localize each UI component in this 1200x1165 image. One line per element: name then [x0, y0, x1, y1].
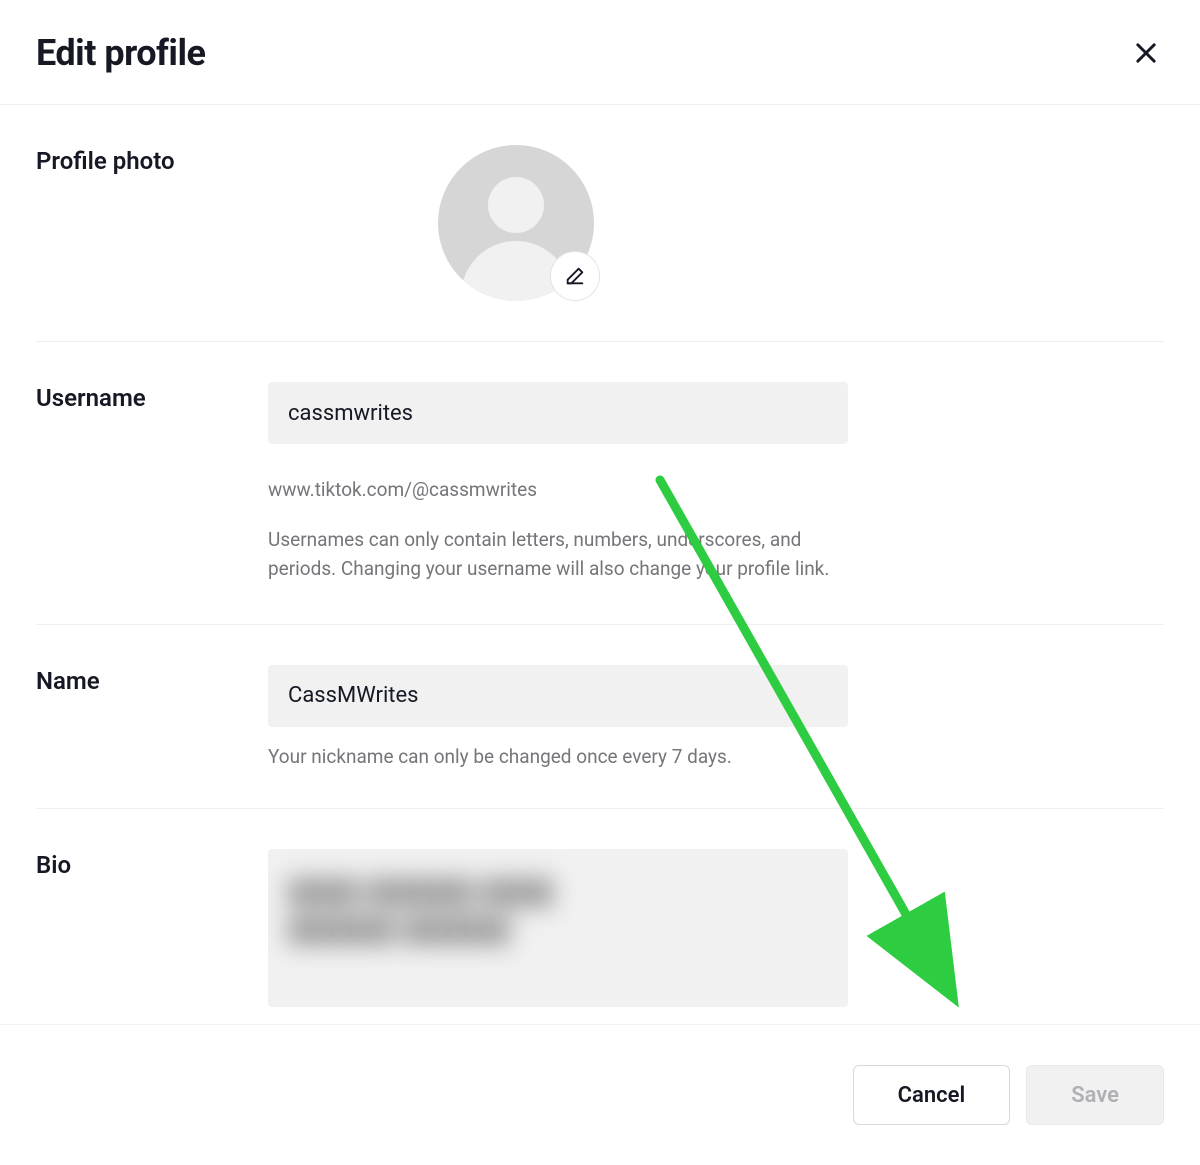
bio-label: Bio: [36, 849, 268, 1024]
name-helper: Your nickname can only be changed once e…: [268, 745, 848, 768]
bio-row: Bio ████ ██████ ██████████ ██████ 61/80: [36, 809, 1164, 1024]
profile-photo-label: Profile photo: [36, 145, 268, 301]
bio-input[interactable]: ████ ██████ ██████████ ██████: [268, 849, 848, 1007]
name-content: Your nickname can only be changed once e…: [268, 665, 848, 768]
modal-content: Profile photo Username www.tiktok.: [0, 105, 1200, 1024]
username-row: Username www.tiktok.com/@cassmwrites Use…: [36, 342, 1164, 625]
profile-photo-row: Profile photo: [36, 105, 1164, 342]
edit-photo-button[interactable]: [550, 251, 600, 301]
profile-photo-container: [438, 145, 594, 301]
modal-header: Edit profile: [0, 0, 1200, 105]
username-helper: Usernames can only contain letters, numb…: [268, 525, 848, 584]
bio-content: ████ ██████ ██████████ ██████ 61/80: [268, 849, 848, 1024]
username-content: www.tiktok.com/@cassmwrites Usernames ca…: [268, 382, 848, 584]
edit-profile-modal: Edit profile Profile photo: [0, 0, 1200, 1165]
cancel-button[interactable]: Cancel: [853, 1065, 1011, 1125]
name-label: Name: [36, 665, 268, 768]
save-button[interactable]: Save: [1026, 1065, 1164, 1125]
close-button[interactable]: [1128, 35, 1164, 71]
name-input[interactable]: [268, 665, 848, 727]
bio-blurred-text: ████ ██████ ██████████ ██████: [288, 873, 554, 950]
close-icon: [1132, 39, 1160, 67]
name-row: Name Your nickname can only be changed o…: [36, 625, 1164, 809]
username-url: www.tiktok.com/@cassmwrites: [268, 478, 848, 501]
pencil-icon: [564, 265, 586, 287]
modal-title: Edit profile: [36, 32, 205, 74]
username-label: Username: [36, 382, 268, 584]
avatar-head-icon: [488, 177, 544, 233]
modal-footer: Cancel Save: [0, 1024, 1200, 1165]
username-input[interactable]: [268, 382, 848, 444]
